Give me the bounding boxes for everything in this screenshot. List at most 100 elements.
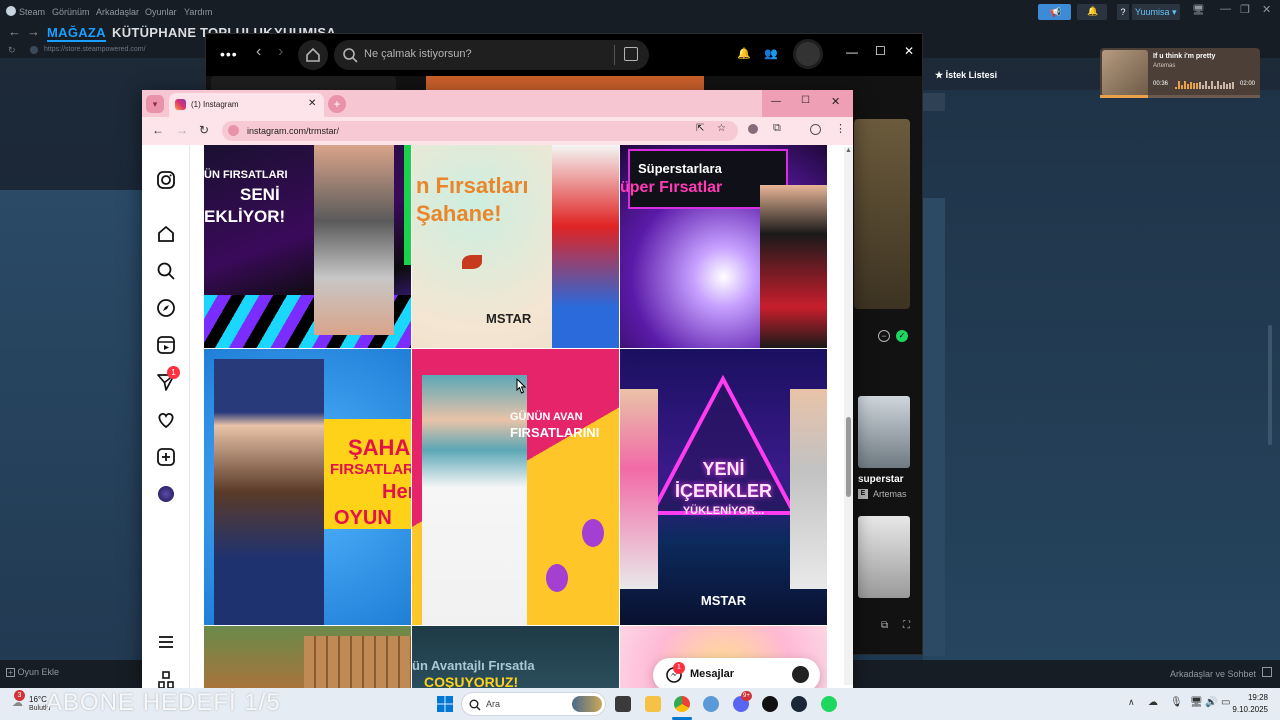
notifications-button[interactable]: 🔔 (1077, 4, 1107, 20)
profile-avatar[interactable] (158, 486, 174, 502)
waveform[interactable] (1175, 81, 1234, 89)
maximize-icon[interactable]: ☐ (801, 95, 810, 106)
post-tile[interactable]: ŞAHA FIRSATLAR Her OYUN (204, 349, 411, 625)
nav-library[interactable]: KÜTÜPHANE (112, 25, 196, 40)
post-tile[interactable]: YENİ İÇERİKLER YÜKLENİYOR... MSTAR (620, 349, 827, 625)
microphone-icon[interactable]: 🎙 (1170, 697, 1183, 708)
home-icon[interactable] (156, 224, 176, 244)
profile-icon[interactable] (810, 124, 821, 135)
browse-icon[interactable] (624, 47, 638, 61)
friends-icon[interactable]: 👥 (764, 47, 778, 60)
maximize-icon[interactable]: ☐ (875, 44, 886, 58)
more-menu-icon[interactable]: ••• (220, 46, 238, 62)
spotify-search[interactable]: Ne çalmak istiyorsun? (334, 40, 649, 70)
check-icon[interactable]: ✓ (896, 330, 908, 342)
post-tile[interactable]: n Fırsatları Şahane! MSTAR (412, 145, 619, 348)
bookmark-star-icon[interactable]: ☆ (717, 123, 726, 134)
card-image[interactable] (858, 396, 910, 468)
heart-icon[interactable] (156, 410, 176, 430)
file-explorer-icon[interactable] (645, 696, 661, 712)
user-menu[interactable]: Yuumisa ▾ (1132, 4, 1180, 20)
wishlist-link[interactable]: ★ İstek Listesi (935, 70, 997, 81)
maximize-icon[interactable]: ❐ (1240, 3, 1250, 16)
forward-chevron-icon[interactable]: › (278, 43, 283, 61)
post-tile[interactable] (204, 626, 411, 688)
close-icon[interactable]: ✕ (904, 44, 914, 58)
reels-icon[interactable] (156, 335, 176, 355)
home-button[interactable] (298, 40, 328, 70)
close-tab-icon[interactable]: ✕ (308, 98, 316, 109)
menu-games[interactable]: Oyunlar (145, 7, 177, 17)
chrome-icon[interactable] (674, 696, 690, 712)
task-view-icon[interactable] (615, 696, 631, 712)
tab-search-chevron-icon[interactable]: ▾ (146, 95, 164, 113)
clock-date[interactable]: 9.10.2025 (1226, 705, 1268, 714)
media-player-widget[interactable]: If u think i'm pretty Artemas 00:36 02:0… (1100, 48, 1260, 98)
scroll-thumb[interactable] (846, 417, 851, 497)
steam-search-box[interactable] (923, 93, 945, 111)
menu-help[interactable]: Yardım (184, 7, 212, 17)
remove-icon[interactable]: − (878, 330, 890, 342)
announcements-button[interactable]: 📢 (1038, 4, 1071, 20)
minimize-icon[interactable]: — (846, 45, 858, 59)
back-chevron-icon[interactable]: ‹ (256, 43, 261, 61)
post-tile[interactable]: ün Avantajlı Fırsatla COŞUYORUZ! (412, 626, 619, 688)
add-game-button[interactable]: + Oyun Ekle (6, 667, 59, 677)
settings-gear-icon[interactable] (703, 696, 719, 712)
steam-icon[interactable] (791, 696, 807, 712)
hamburger-menu-icon[interactable] (156, 632, 176, 652)
new-tab-button[interactable]: + (328, 95, 346, 113)
obs-icon[interactable] (762, 696, 778, 712)
more-apps-icon[interactable] (156, 670, 176, 690)
mini-player-icon[interactable]: ⧉ (881, 620, 888, 631)
forward-arrow-icon[interactable]: → (176, 123, 188, 137)
tab-instagram[interactable]: (1) Instagram ✕ (169, 93, 324, 117)
explore-compass-icon[interactable] (156, 298, 176, 318)
volume-icon[interactable]: 🔊 (1205, 697, 1217, 708)
network-icon[interactable]: 🖥 (1190, 697, 1203, 708)
onedrive-cloud-icon[interactable]: ☁ (1148, 697, 1158, 708)
card-artist[interactable]: Artemas (873, 489, 907, 499)
fullscreen-icon[interactable]: ⛶ (903, 620, 910, 631)
reload-icon[interactable]: ↻ (199, 123, 209, 137)
avatar[interactable] (793, 39, 823, 69)
post-tile[interactable]: Süperstarlara üper Fırsatlar (620, 145, 827, 348)
instagram-logo-icon[interactable] (156, 170, 176, 190)
menu-steam[interactable]: Steam (19, 7, 45, 17)
back-arrow-icon[interactable]: ← (8, 24, 21, 39)
media-progress-track[interactable] (1100, 95, 1260, 98)
nav-store[interactable]: MAĞAZA (47, 25, 106, 42)
help-button[interactable]: ? (1117, 4, 1129, 20)
messages-button[interactable]: 1 Mesajlar (653, 658, 820, 692)
monitor-icon[interactable]: 🖥 (1192, 5, 1205, 16)
post-tile[interactable]: ÜN FIRSATLARI SENİ EKLİYOR! (204, 145, 411, 348)
page-scrollbar[interactable]: ▲ (844, 147, 853, 685)
create-plus-icon[interactable] (156, 447, 176, 467)
close-icon[interactable]: ✕ (831, 95, 840, 108)
forward-arrow-icon[interactable]: → (27, 24, 40, 39)
menu-view[interactable]: Görünüm (52, 7, 90, 17)
install-app-icon[interactable]: ⇱ (696, 123, 704, 134)
kebab-menu-icon[interactable]: ⋮ (835, 122, 846, 135)
steam-scrollbar[interactable] (1268, 325, 1272, 445)
card-image-2[interactable] (858, 516, 910, 598)
friends-chat-button[interactable]: Arkadaşlar ve Sohbet (1170, 667, 1272, 679)
extension-icon[interactable] (748, 124, 758, 134)
search-icon[interactable] (156, 261, 176, 281)
minimize-icon[interactable]: — (771, 96, 781, 107)
scroll-up-arrow-icon[interactable]: ▲ (845, 147, 852, 154)
taskbar-search[interactable]: Ara (461, 692, 606, 716)
windows-start-icon[interactable] (437, 696, 453, 712)
back-arrow-icon[interactable]: ← (152, 123, 164, 137)
spotify-icon[interactable] (821, 696, 837, 712)
menu-friends[interactable]: Arkadaşlar (96, 7, 139, 17)
address-bar[interactable]: instagram.com/trmstar/ ⇱ ☆ (222, 121, 738, 141)
close-icon[interactable]: ✕ (1262, 3, 1271, 16)
minimize-icon[interactable]: — (1220, 3, 1231, 15)
chevron-up-icon[interactable]: ∧ (1128, 697, 1135, 708)
bell-icon[interactable]: 🔔 (737, 47, 751, 60)
clock-time[interactable]: 19:28 (1236, 693, 1268, 702)
direct-messages-button[interactable]: 1 (156, 366, 182, 394)
card-title[interactable]: superstar (858, 474, 904, 485)
puzzle-icon[interactable]: ⧉ (773, 122, 781, 135)
